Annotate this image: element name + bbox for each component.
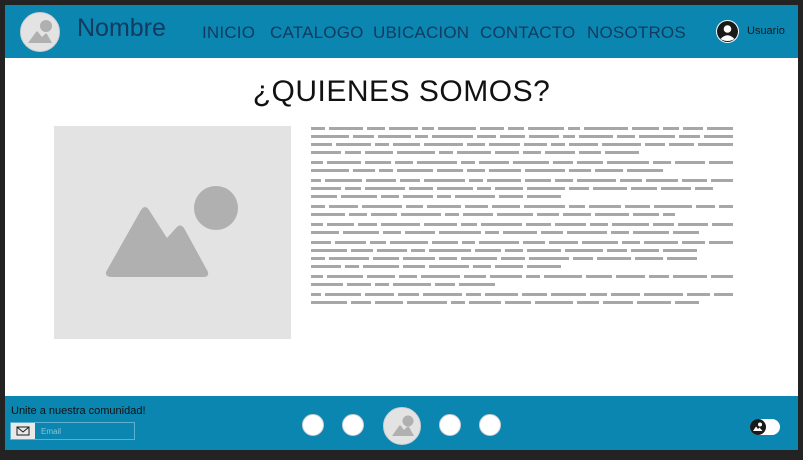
logo-icon[interactable] xyxy=(20,12,60,52)
theme-toggle[interactable] xyxy=(750,419,780,435)
user-icon xyxy=(717,21,738,42)
page: Nombre INICIO CATALOGO UBICACION CONTACT… xyxy=(5,5,798,450)
newsletter-label: Unite a nuestra comunidad! xyxy=(11,405,146,417)
nav-ubicacion[interactable]: UBICACION xyxy=(373,23,469,43)
user-avatar-icon[interactable] xyxy=(716,20,739,43)
image-placeholder-icon xyxy=(28,20,52,43)
nav-nosotros[interactable]: NOSOTROS xyxy=(587,23,686,43)
brand-name[interactable]: Nombre xyxy=(77,14,166,43)
footer-bar: Unite a nuestra comunidad! xyxy=(5,396,798,450)
page-title: ¿QUIENES SOMOS? xyxy=(252,75,551,108)
image-placeholder-icon xyxy=(753,422,763,431)
social-icon-2[interactable] xyxy=(342,414,364,436)
nav-catalogo[interactable]: CATALOGO xyxy=(270,23,364,43)
envelope-icon xyxy=(16,426,30,436)
image-placeholder-icon xyxy=(105,186,238,277)
image-placeholder-icon xyxy=(392,415,414,436)
social-icon-4[interactable] xyxy=(479,414,501,436)
about-image xyxy=(54,126,291,339)
social-icon-1[interactable] xyxy=(302,414,324,436)
social-icon-3[interactable] xyxy=(439,414,461,436)
email-input[interactable] xyxy=(37,423,133,439)
footer-logo-icon[interactable] xyxy=(383,407,421,445)
nav-inicio[interactable]: INICIO xyxy=(202,23,255,43)
user-label[interactable]: Usuario xyxy=(747,25,785,37)
theme-toggle-icon xyxy=(750,419,766,435)
top-navigation-bar: Nombre INICIO CATALOGO UBICACION CONTACT… xyxy=(5,5,798,58)
about-body-text xyxy=(311,127,734,342)
mail-icon xyxy=(11,423,35,439)
newsletter-email-field[interactable] xyxy=(10,422,135,440)
nav-contacto[interactable]: CONTACTO xyxy=(480,23,575,43)
